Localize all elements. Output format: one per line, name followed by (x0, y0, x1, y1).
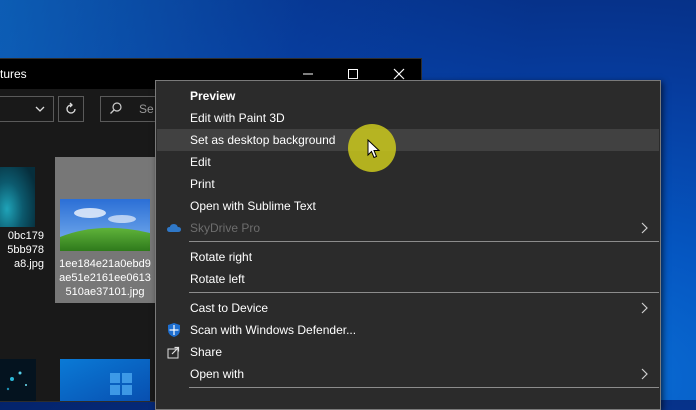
close-icon (393, 68, 405, 80)
search-input[interactable]: Se (100, 96, 160, 122)
maximize-icon (348, 69, 358, 79)
cloud-icon (167, 224, 181, 232)
windows-defender-shield-icon (168, 323, 180, 337)
chevron-down-icon (35, 106, 45, 112)
image-thumbnail (60, 359, 150, 401)
file-item[interactable] (60, 359, 150, 401)
image-thumbnail (0, 359, 36, 401)
address-history-button[interactable] (30, 96, 50, 122)
image-thumbnail (0, 167, 35, 227)
search-icon (110, 102, 122, 114)
menu-item-rotate-left[interactable]: Rotate left (157, 268, 659, 290)
window-title: tures (0, 67, 27, 81)
mouse-pointer-icon (367, 139, 381, 159)
menu-separator (189, 241, 659, 242)
menu-item-edit-with-paint-3d[interactable]: Edit with Paint 3D (157, 107, 659, 129)
chevron-right-icon (641, 368, 648, 380)
file-item-selected[interactable]: 1ee184e21a0ebd9 ae51e2161ee0613 510ae371… (55, 157, 155, 303)
menu-item-share[interactable]: Share (157, 341, 659, 363)
file-name: 0bc179 5bb978 a8.jpg (7, 230, 44, 270)
menu-item-print[interactable]: Print (157, 173, 659, 195)
file-item[interactable] (0, 359, 36, 401)
menu-item-rotate-right[interactable]: Rotate right (157, 246, 659, 268)
menu-separator (189, 387, 659, 388)
menu-item-open-with-sublime-text[interactable]: Open with Sublime Text (157, 195, 659, 217)
file-name: 1ee184e21a0ebd9 ae51e2161ee0613 510ae371… (59, 258, 151, 298)
minimize-icon (303, 73, 313, 75)
search-placeholder: Se (139, 102, 154, 116)
menu-item-edit[interactable]: Edit (157, 151, 659, 173)
context-menu: Preview Edit with Paint 3D Set as deskto… (155, 80, 661, 410)
menu-item-preview[interactable]: Preview (157, 85, 659, 107)
refresh-icon (66, 102, 76, 114)
refresh-button[interactable] (58, 96, 84, 122)
menu-item-cast-to-device[interactable]: Cast to Device (157, 297, 659, 319)
file-item[interactable]: 0bc179 5bb978 a8.jpg (0, 167, 50, 277)
menu-item-set-as-desktop-background[interactable]: Set as desktop background (157, 129, 659, 151)
share-icon (167, 346, 180, 359)
menu-item-scan-with-windows-defender[interactable]: Scan with Windows Defender... (157, 319, 659, 341)
image-thumbnail (60, 199, 150, 251)
menu-separator (189, 292, 659, 293)
chevron-right-icon (641, 302, 648, 314)
chevron-right-icon (641, 222, 648, 234)
menu-item-open-with[interactable]: Open with (157, 363, 659, 385)
menu-item-skydrive-pro[interactable]: SkyDrive Pro (157, 217, 659, 239)
